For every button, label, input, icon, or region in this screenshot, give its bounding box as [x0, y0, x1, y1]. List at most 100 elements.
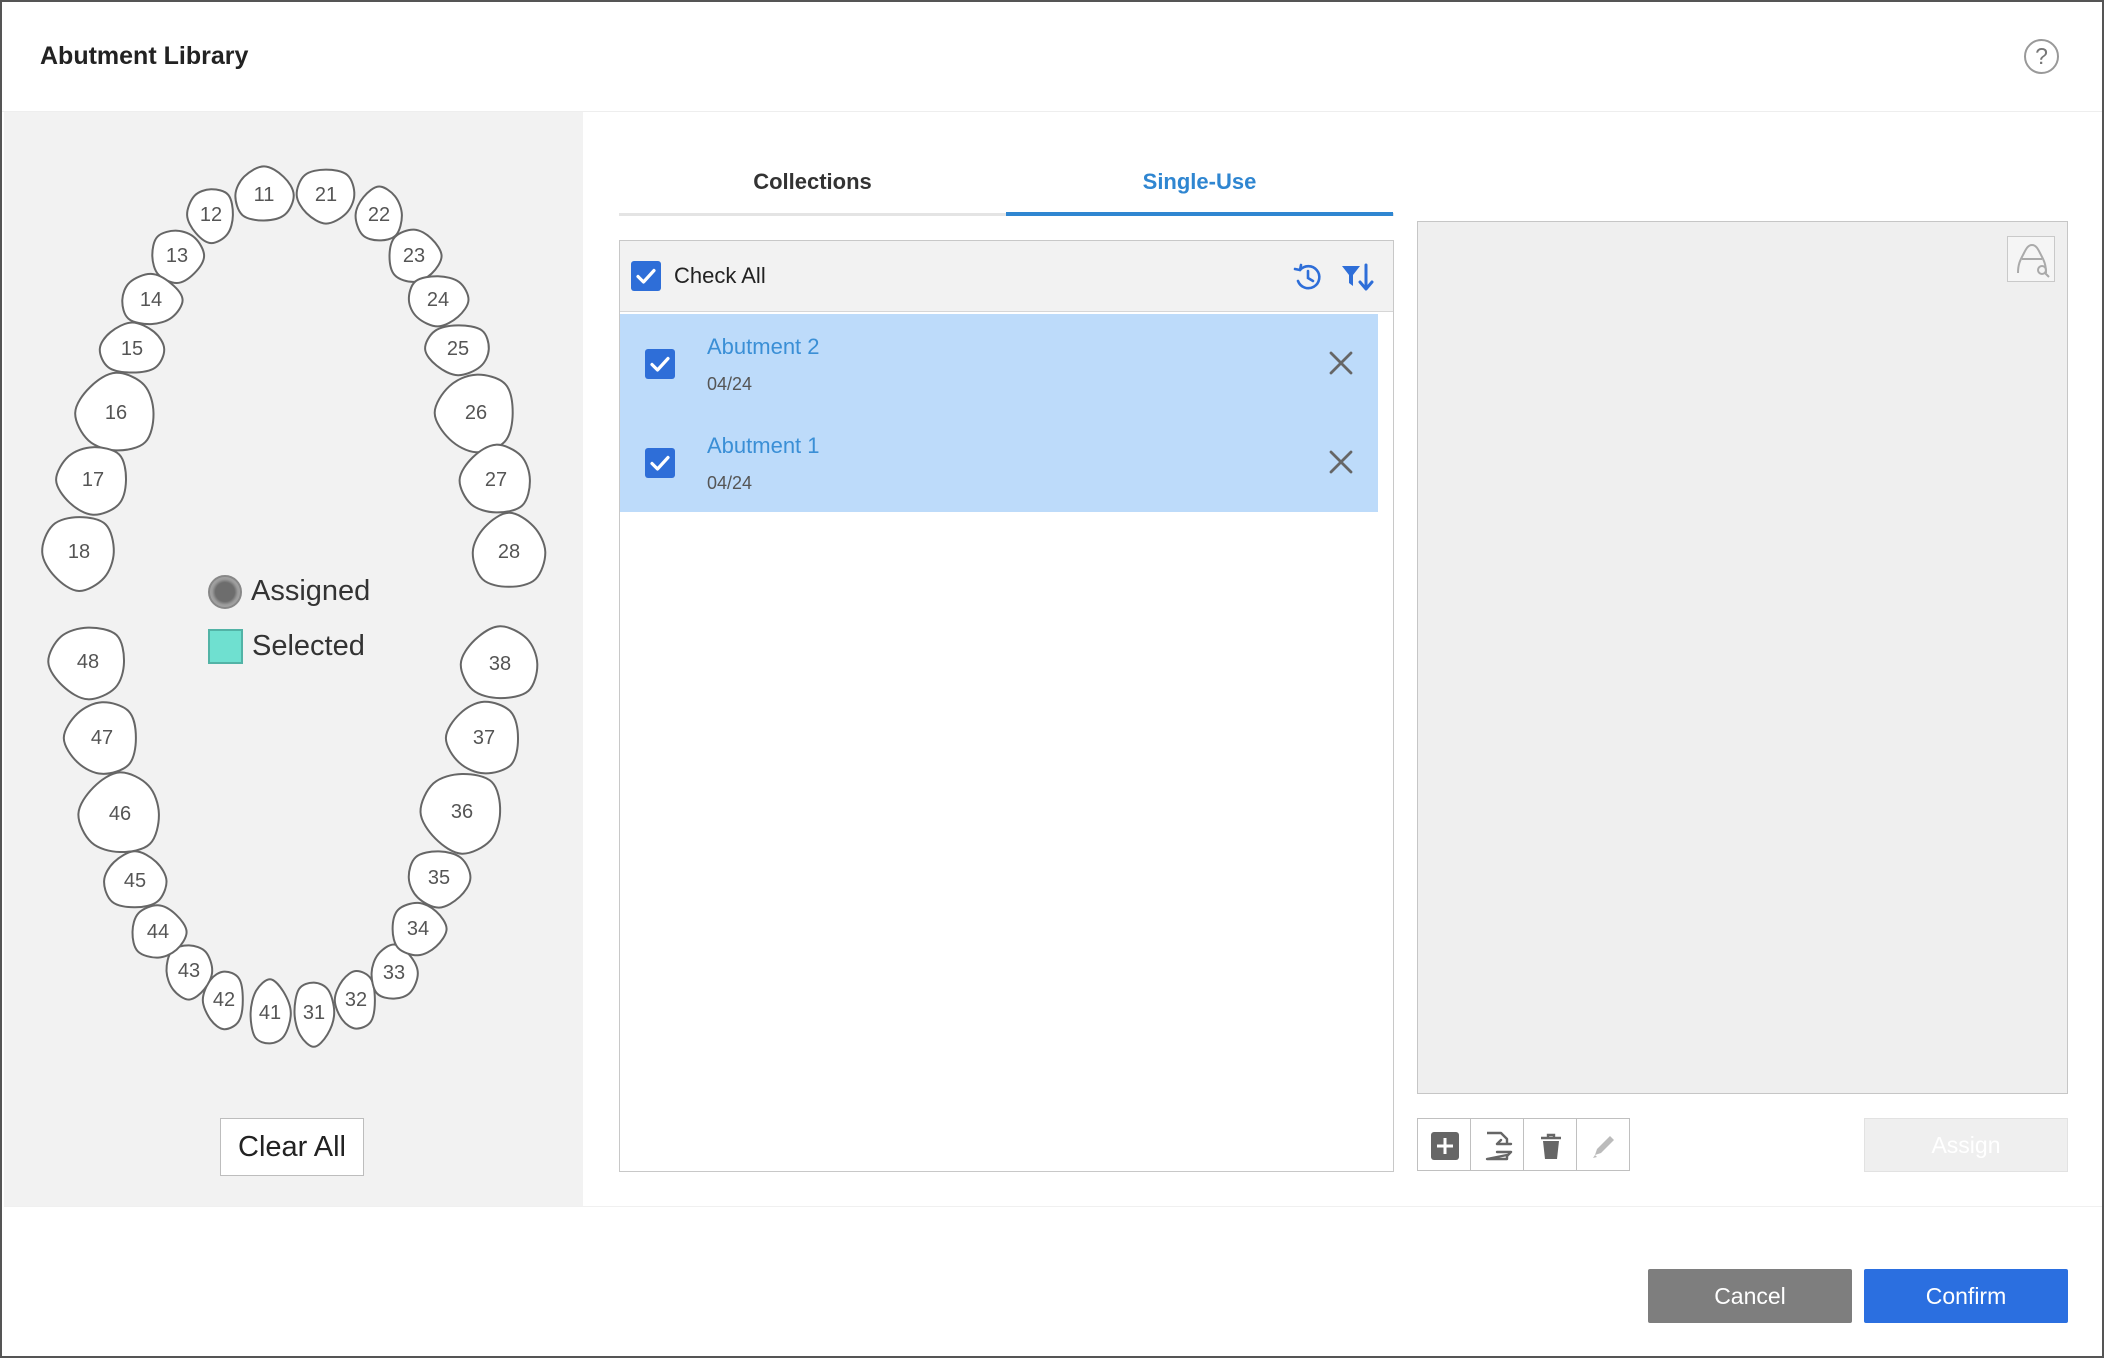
- tooth-label: 22: [368, 204, 390, 226]
- tooth-11[interactable]: 11: [234, 165, 295, 222]
- add-button[interactable]: [1417, 1118, 1471, 1171]
- tooth-27[interactable]: 27: [458, 443, 531, 514]
- tooth-38[interactable]: 38: [459, 625, 539, 700]
- tooth-label: 14: [140, 289, 162, 311]
- tooth-label: 41: [259, 1002, 281, 1024]
- preview-mode-icon[interactable]: [2007, 236, 2055, 282]
- item-name: Abutment 2: [707, 334, 820, 359]
- tooth-label: 42: [213, 989, 235, 1011]
- tab-collections[interactable]: Collections: [619, 152, 1006, 216]
- tooth-label: 44: [147, 921, 169, 943]
- tooth-47[interactable]: 47: [62, 701, 137, 775]
- help-icon[interactable]: ?: [2024, 39, 2059, 74]
- tooth-16[interactable]: 16: [74, 371, 155, 452]
- delete-button[interactable]: [1523, 1118, 1577, 1171]
- abutment-library-dialog: Abutment Library ? 11 12 13 14 15 16 17 18 21 22 2…: [0, 0, 2104, 1358]
- tooth-18[interactable]: 18: [41, 516, 115, 593]
- close-icon[interactable]: [1326, 348, 1356, 378]
- tooth-label: 38: [489, 653, 511, 675]
- list-header: Check All: [620, 241, 1393, 312]
- check-all-label: Check All: [674, 263, 766, 288]
- list-item[interactable]: Abutment 2 04/24: [620, 314, 1378, 413]
- selected-swatch: [208, 629, 243, 664]
- tooth-15[interactable]: 15: [98, 321, 166, 374]
- item-checkbox[interactable]: [645, 448, 675, 478]
- tab-single-use[interactable]: Single-Use: [1006, 152, 1393, 216]
- add-icon: [1431, 1132, 1459, 1160]
- abutment-preview: [1417, 221, 2068, 1094]
- tooth-label: 23: [403, 245, 425, 267]
- tooth-label: 26: [465, 402, 487, 424]
- tooth-21[interactable]: 21: [295, 168, 356, 225]
- tooth-24[interactable]: 24: [407, 275, 470, 328]
- tooth-label: 25: [447, 338, 469, 360]
- confirm-button[interactable]: Confirm: [1864, 1269, 2068, 1323]
- edit-button[interactable]: [1576, 1118, 1630, 1171]
- tooth-label: 21: [315, 184, 337, 206]
- tooth-label: 15: [121, 338, 143, 360]
- tooth-label: 18: [68, 541, 90, 563]
- tooth-label: 48: [77, 651, 99, 673]
- tooth-17[interactable]: 17: [55, 446, 128, 516]
- tooth-22[interactable]: 22: [354, 185, 403, 242]
- legend-selected-label: Selected: [252, 630, 365, 662]
- tooth-32[interactable]: 32: [333, 969, 376, 1030]
- legend-selected: Selected: [208, 619, 370, 674]
- dialog-title: Abutment Library: [40, 42, 249, 70]
- item-date: 04/24: [707, 374, 753, 394]
- history-icon[interactable]: [1292, 261, 1324, 293]
- footer-divider: [4, 1206, 2102, 1207]
- dialog-header: Abutment Library ?: [2, 2, 2102, 112]
- tooth-label: 17: [82, 469, 104, 491]
- tooth-label: 24: [427, 289, 449, 311]
- library-tabs: Collections Single-Use: [619, 152, 1394, 216]
- tooth-31[interactable]: 31: [293, 981, 336, 1048]
- tooth-34[interactable]: 34: [391, 901, 448, 957]
- check-all-checkbox[interactable]: [631, 261, 661, 291]
- filter-sort-icon[interactable]: [1340, 261, 1374, 293]
- close-icon[interactable]: [1326, 447, 1356, 477]
- abutment-list: Check All Abutment 2 04/24 Abutment 1 04…: [619, 240, 1394, 1172]
- tooth-28[interactable]: 28: [471, 511, 547, 588]
- tooth-41[interactable]: 41: [249, 978, 292, 1045]
- tooth-label: 46: [109, 803, 131, 825]
- list-item[interactable]: Abutment 1 04/24: [620, 413, 1378, 512]
- tooth-label: 31: [303, 1002, 325, 1024]
- tooth-label: 11: [254, 184, 275, 206]
- tooth-12[interactable]: 12: [186, 188, 234, 245]
- tooth-35[interactable]: 35: [407, 850, 472, 909]
- tooth-25[interactable]: 25: [424, 324, 490, 377]
- tooth-48[interactable]: 48: [47, 626, 126, 701]
- tooth-label: 12: [200, 204, 222, 226]
- tooth-26[interactable]: 26: [433, 373, 514, 454]
- clear-all-button[interactable]: Clear All: [220, 1118, 364, 1176]
- item-date: 04/24: [707, 473, 753, 493]
- tooth-label: 47: [91, 727, 113, 749]
- legend-assigned-label: Assigned: [251, 575, 371, 607]
- import-button[interactable]: [1470, 1118, 1524, 1171]
- tooth-label: 32: [345, 989, 367, 1011]
- tooth-label: 28: [498, 541, 520, 563]
- tooth-label: 45: [124, 870, 146, 892]
- trash-icon: [1541, 1133, 1561, 1159]
- pencil-icon: [1593, 1136, 1614, 1158]
- tooth-45[interactable]: 45: [103, 850, 168, 909]
- cancel-button[interactable]: Cancel: [1648, 1269, 1852, 1323]
- tooth-label: 33: [383, 962, 405, 984]
- tooth-label: 16: [105, 402, 127, 424]
- tooth-label: 43: [178, 960, 200, 982]
- tooth-46[interactable]: 46: [77, 771, 160, 854]
- tooth-37[interactable]: 37: [444, 700, 520, 775]
- item-name: Abutment 1: [707, 433, 820, 458]
- assign-button[interactable]: Assign: [1864, 1118, 2068, 1172]
- item-checkbox[interactable]: [645, 349, 675, 379]
- tooth-chart-panel: 11 12 13 14 15 16 17 18 21 22 23 24 25 26 27 28 31 32 33 34…: [4, 112, 583, 1206]
- library-toolbar: [1417, 1118, 1630, 1171]
- legend-assigned: Assigned: [208, 564, 370, 619]
- tooth-legend: Assigned Selected: [208, 564, 370, 674]
- assigned-swatch: [208, 574, 242, 609]
- import-icon: [1485, 1131, 1513, 1161]
- tooth-label: 37: [473, 727, 495, 749]
- tooth-23[interactable]: 23: [388, 228, 443, 283]
- tooth-36[interactable]: 36: [419, 772, 502, 855]
